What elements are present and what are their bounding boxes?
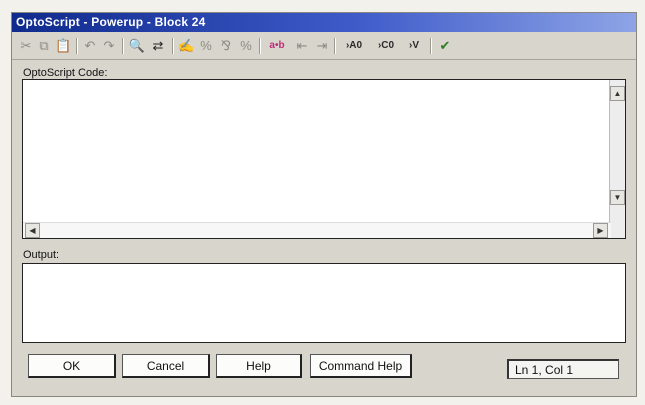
copy-icon[interactable]: ⧉ — [36, 37, 52, 55]
scroll-up-icon[interactable]: ▲ — [610, 86, 625, 101]
vertical-scrollbar[interactable]: ▲ ▼ — [609, 80, 625, 238]
find-icon[interactable]: 🔍 — [128, 37, 146, 55]
ab-icon[interactable]: a•b — [264, 37, 290, 55]
analog-output-icon[interactable]: ›A0 — [339, 37, 369, 55]
code-label: OptoScript Code: — [23, 67, 108, 79]
cut-icon[interactable]: ✂ — [18, 37, 34, 55]
toolbar-separator — [76, 38, 78, 54]
insert-command-icon[interactable]: % — [198, 37, 214, 55]
insert-variable-icon[interactable]: ✍ — [178, 37, 194, 55]
ok-button[interactable]: OK — [28, 354, 116, 378]
horizontal-scrollbar[interactable]: ◀ ▶ — [23, 222, 611, 238]
scroll-right-icon[interactable]: ▶ — [593, 223, 608, 238]
toolbar-separator — [334, 38, 336, 54]
help-button[interactable]: Help — [216, 354, 302, 378]
indent-icon[interactable]: ⇤ — [294, 37, 310, 55]
toolbar-separator — [122, 38, 124, 54]
counter-output-icon[interactable]: ›C0 — [371, 37, 401, 55]
scroll-left-icon[interactable]: ◀ — [25, 223, 40, 238]
compile-icon[interactable]: ✔ — [436, 37, 454, 55]
scroll-down-icon[interactable]: ▼ — [610, 190, 625, 205]
command-help-button[interactable]: Command Help — [310, 354, 412, 378]
toolbar-separator — [172, 38, 174, 54]
redo-icon[interactable]: ↷ — [101, 37, 117, 55]
toolbar: ✂ ⧉ 📋 ↶ ↷ 🔍 ⇄ ✍ % ⅋ % a•b ⇤ ⇥ ›A0 ›C0 ›V… — [12, 33, 636, 60]
variable-icon[interactable]: ›V — [403, 37, 425, 55]
toolbar-separator — [430, 38, 432, 54]
insert-operator-icon[interactable]: ⅋ — [218, 37, 234, 55]
title-bar: OptoScript - Powerup - Block 24 — [12, 13, 636, 32]
insert-block-icon[interactable]: % — [238, 37, 254, 55]
output-label: Output: — [23, 249, 60, 261]
paste-icon[interactable]: 📋 — [55, 37, 71, 55]
cancel-button[interactable]: Cancel — [122, 354, 210, 378]
undo-icon[interactable]: ↶ — [82, 37, 98, 55]
outdent-icon[interactable]: ⇥ — [314, 37, 330, 55]
code-editor[interactable]: ▲ ▼ ◀ ▶ — [22, 79, 626, 239]
output-panel — [22, 263, 626, 343]
cursor-position-status: Ln 1, Col 1 — [507, 359, 619, 379]
toolbar-separator — [259, 38, 261, 54]
replace-icon[interactable]: ⇄ — [150, 37, 166, 55]
